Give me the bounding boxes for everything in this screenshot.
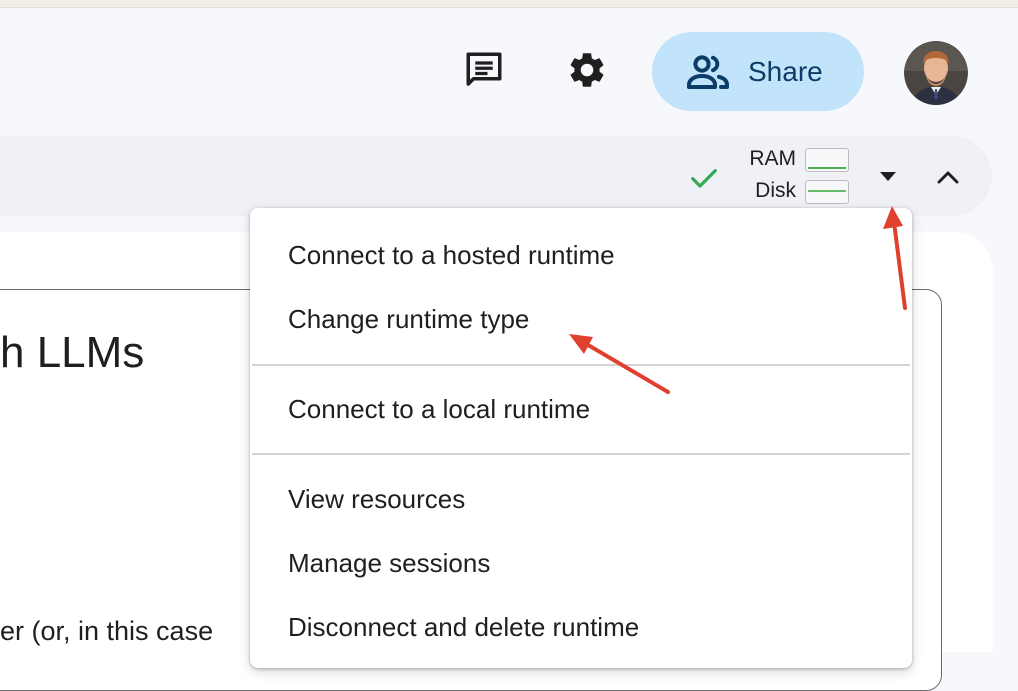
ram-usage-meter[interactable] xyxy=(805,148,849,172)
checkmark-icon xyxy=(691,169,717,188)
ram-label: RAM xyxy=(749,147,796,170)
menu-item-connect-hosted-runtime[interactable]: Connect to a hosted runtime xyxy=(250,225,912,285)
menu-item-manage-sessions[interactable]: Manage sessions xyxy=(250,533,912,593)
cell-heading: h LLMs xyxy=(0,328,145,377)
comments-button[interactable] xyxy=(458,44,510,96)
runtime-menu: Connect to a hosted runtime Change runti… xyxy=(250,208,912,668)
user-avatar[interactable] xyxy=(904,41,968,105)
settings-button[interactable] xyxy=(561,44,613,96)
share-button[interactable]: Share xyxy=(652,32,864,111)
menu-divider xyxy=(252,364,910,366)
menu-item-label: Change runtime type xyxy=(288,303,530,334)
menu-item-label: Connect to a local runtime xyxy=(288,393,591,424)
cell-text: er (or, in this case xyxy=(0,616,214,646)
disk-usage-meter[interactable] xyxy=(805,180,849,204)
menu-item-label: Disconnect and delete runtime xyxy=(288,611,640,642)
menu-item-connect-local-runtime[interactable]: Connect to a local runtime xyxy=(250,379,912,439)
caret-down-icon[interactable] xyxy=(872,160,904,192)
menu-item-label: Connect to a hosted runtime xyxy=(288,239,615,270)
menu-item-view-resources[interactable]: View resources xyxy=(250,469,912,529)
menu-item-change-runtime-type[interactable]: Change runtime type xyxy=(250,289,912,349)
comments-icon xyxy=(466,52,502,86)
disk-usage-line xyxy=(808,190,846,192)
menu-item-label: Manage sessions xyxy=(288,547,491,578)
share-label: Share xyxy=(748,55,823,87)
ram-usage-line xyxy=(808,167,846,169)
menu-item-disconnect-delete-runtime[interactable]: Disconnect and delete runtime xyxy=(250,597,912,657)
menu-divider xyxy=(252,453,910,455)
people-icon xyxy=(684,48,732,96)
window-top-strip xyxy=(0,0,1018,8)
chevron-up-icon[interactable] xyxy=(930,160,966,196)
gear-icon xyxy=(570,53,604,87)
disk-label: Disk xyxy=(755,179,796,202)
menu-item-label: View resources xyxy=(288,483,466,514)
